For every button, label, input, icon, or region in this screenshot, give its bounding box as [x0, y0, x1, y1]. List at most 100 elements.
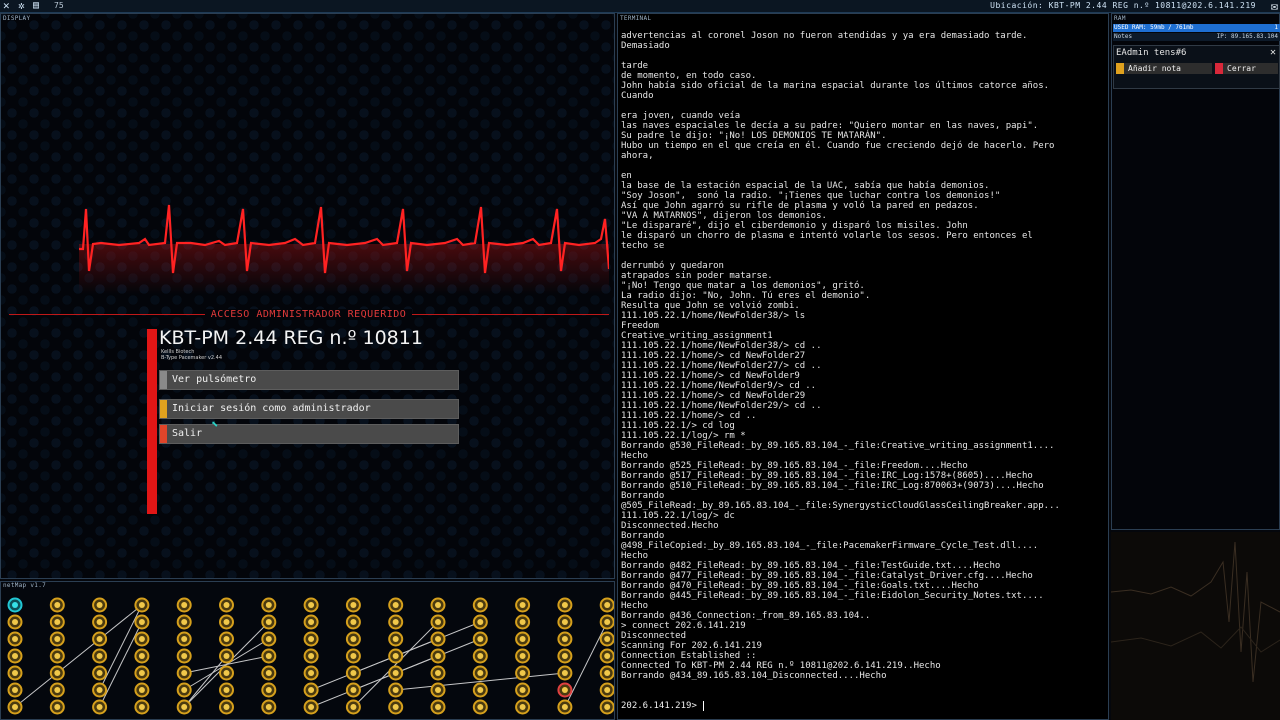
network-node[interactable] [7, 665, 23, 681]
network-node[interactable] [388, 614, 404, 630]
terminal-prompt[interactable]: 202.6.141.219> [621, 701, 704, 711]
network-node[interactable] [472, 665, 488, 681]
network-node[interactable] [134, 597, 150, 613]
network-node[interactable] [388, 699, 404, 715]
network-node[interactable] [92, 665, 108, 681]
network-node[interactable] [92, 648, 108, 664]
network-node[interactable] [515, 648, 531, 664]
network-node[interactable] [303, 631, 319, 647]
network-node[interactable] [430, 597, 446, 613]
network-node[interactable] [261, 699, 277, 715]
terminal-panel[interactable]: TERMINAL advertencias al coronel Joson n… [617, 13, 1109, 720]
network-node[interactable] [472, 699, 488, 715]
network-node[interactable] [557, 699, 573, 715]
network-node[interactable] [515, 665, 531, 681]
network-node[interactable] [599, 682, 614, 698]
network-node[interactable] [557, 648, 573, 664]
network-node[interactable] [261, 682, 277, 698]
network-node[interactable] [557, 597, 573, 613]
network-node[interactable] [430, 665, 446, 681]
network-node[interactable] [472, 631, 488, 647]
settings-icon[interactable]: ✲ [18, 0, 25, 12]
network-node[interactable] [261, 614, 277, 630]
network-node[interactable] [49, 631, 65, 647]
network-node[interactable] [7, 614, 23, 630]
network-node[interactable] [176, 648, 192, 664]
network-node[interactable] [430, 631, 446, 647]
network-node[interactable] [599, 665, 614, 681]
network-node[interactable] [261, 597, 277, 613]
network-node[interactable] [134, 665, 150, 681]
network-node[interactable] [92, 631, 108, 647]
network-node[interactable] [176, 699, 192, 715]
network-node[interactable] [303, 597, 319, 613]
network-node[interactable] [345, 682, 361, 698]
close-icon[interactable]: ✕ [3, 0, 10, 12]
network-node[interactable] [134, 631, 150, 647]
network-node[interactable] [261, 648, 277, 664]
network-node[interactable] [599, 614, 614, 630]
network-node[interactable] [303, 699, 319, 715]
network-node[interactable] [7, 648, 23, 664]
network-node[interactable] [176, 631, 192, 647]
network-node[interactable] [345, 597, 361, 613]
network-node[interactable] [515, 597, 531, 613]
network-node[interactable] [92, 699, 108, 715]
network-node[interactable] [219, 665, 234, 681]
view-monitor-button[interactable]: Ver pulsómetro [159, 370, 459, 390]
network-node[interactable] [219, 682, 234, 698]
network-node[interactable] [515, 614, 531, 630]
network-node[interactable] [303, 648, 319, 664]
network-node[interactable] [176, 597, 192, 613]
network-node[interactable] [49, 682, 65, 698]
network-node[interactable] [557, 614, 573, 630]
network-node[interactable] [49, 614, 65, 630]
network-node[interactable] [472, 614, 488, 630]
network-node[interactable] [430, 699, 446, 715]
network-node[interactable] [134, 614, 150, 630]
network-node[interactable] [303, 665, 319, 681]
network-node[interactable] [49, 597, 65, 613]
network-node[interactable] [388, 597, 404, 613]
network-node[interactable] [599, 597, 614, 613]
network-node[interactable] [92, 614, 108, 630]
network-node[interactable] [49, 665, 65, 681]
network-node[interactable] [219, 648, 234, 664]
network-node[interactable] [430, 648, 446, 664]
network-node[interactable] [92, 597, 108, 613]
network-node[interactable] [472, 597, 488, 613]
network-node[interactable] [49, 699, 65, 715]
network-node[interactable] [599, 631, 614, 647]
network-node[interactable] [472, 682, 488, 698]
network-node[interactable] [345, 614, 361, 630]
network-node[interactable] [557, 631, 573, 647]
network-node[interactable] [345, 631, 361, 647]
network-node[interactable] [345, 699, 361, 715]
network-node[interactable] [176, 665, 192, 681]
network-node[interactable] [472, 648, 488, 664]
network-node[interactable] [7, 631, 23, 647]
network-node[interactable] [303, 682, 319, 698]
network-node[interactable] [388, 665, 404, 681]
exit-button[interactable]: Salir [159, 424, 459, 444]
network-node[interactable] [515, 682, 531, 698]
network-node[interactable] [557, 682, 573, 698]
network-node[interactable] [176, 614, 192, 630]
network-node[interactable] [345, 665, 361, 681]
network-node[interactable] [176, 682, 192, 698]
network-node[interactable] [388, 631, 404, 647]
network-node[interactable] [7, 597, 23, 613]
network-node[interactable] [430, 614, 446, 630]
network-map[interactable] [1, 591, 614, 719]
add-note-button[interactable]: Añadir nota [1116, 63, 1212, 74]
network-node[interactable] [388, 682, 404, 698]
network-node[interactable] [7, 682, 23, 698]
network-node[interactable] [49, 648, 65, 664]
network-node[interactable] [219, 631, 234, 647]
network-node[interactable] [515, 699, 531, 715]
network-node[interactable] [345, 648, 361, 664]
network-node[interactable] [92, 682, 108, 698]
network-node[interactable] [388, 648, 404, 664]
close-note-button[interactable]: Cerrar [1215, 63, 1278, 74]
network-node[interactable] [219, 614, 234, 630]
